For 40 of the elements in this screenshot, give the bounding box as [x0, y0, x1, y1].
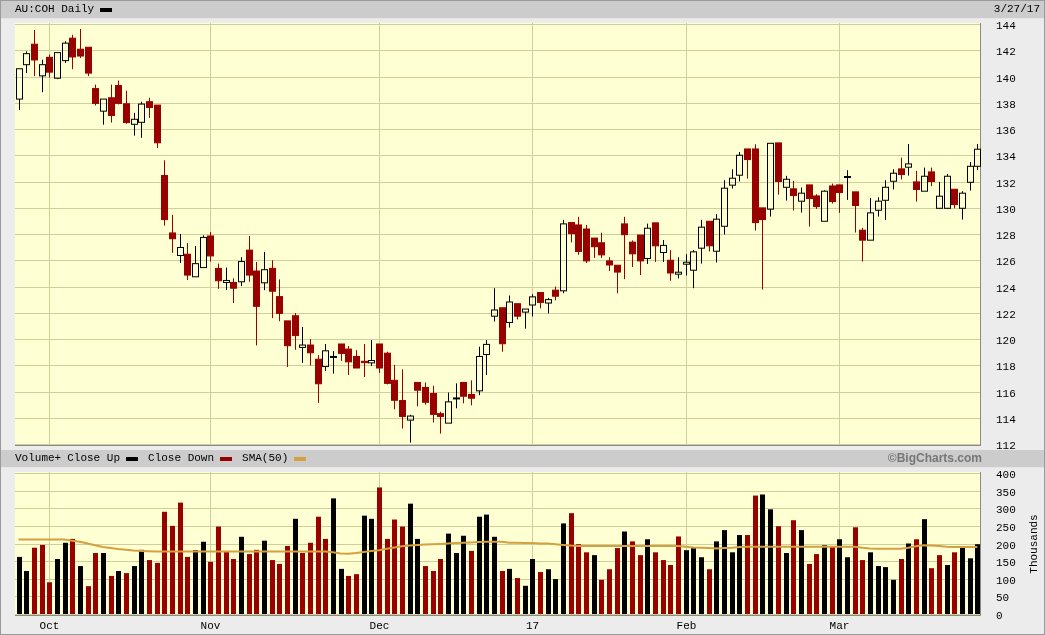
axis-label: 132 — [996, 177, 1016, 190]
axis-label: 128 — [996, 229, 1016, 242]
axis-label: 140 — [996, 72, 1016, 85]
legend-label: Close Up — [67, 452, 121, 465]
axis-label: 200 — [996, 539, 1016, 552]
legend-label: SMA(50) — [242, 452, 289, 465]
axis-label: 50 — [996, 591, 1010, 604]
axis-label: 400 — [996, 468, 1016, 481]
axis-label: 136 — [996, 124, 1016, 137]
axis-label: 118 — [996, 360, 1016, 373]
axis-label: Mar — [829, 620, 850, 632]
axis-title: Thousands — [1028, 514, 1040, 574]
axis-label: Nov — [200, 620, 221, 632]
axis-label: 130 — [996, 203, 1016, 216]
axis-label: 150 — [996, 556, 1016, 569]
axis-label: Dec — [369, 620, 390, 632]
axis-label: 120 — [996, 334, 1016, 347]
legend-label: Close Down — [148, 452, 215, 465]
chart-title: AU:COH Daily — [15, 3, 95, 16]
axis-label: Oct — [39, 620, 60, 632]
axis-label: 250 — [996, 521, 1016, 534]
axis-label: 300 — [996, 503, 1016, 516]
axis-label: Feb — [676, 620, 697, 632]
copyright-text: ©BigCharts.com — [887, 452, 982, 465]
axis-label: 122 — [996, 308, 1016, 321]
axis-label: 350 — [996, 486, 1016, 499]
axis-label: 126 — [996, 255, 1016, 268]
axis-label: 144 — [996, 19, 1016, 32]
axis-label: 114 — [996, 413, 1016, 426]
axis-label: 112 — [996, 439, 1016, 452]
axis-label: 134 — [996, 150, 1016, 163]
axis-label: 100 — [996, 574, 1016, 587]
chart-title: Volume+ — [15, 452, 62, 465]
axis-label: 116 — [996, 387, 1016, 400]
axis-label: 138 — [996, 98, 1016, 111]
axis-label: 142 — [996, 45, 1016, 58]
date-label: 3/27/17 — [993, 3, 1040, 16]
axis-label: 17 — [525, 620, 540, 632]
axis-label: 124 — [996, 282, 1016, 295]
axis-label: 0 — [996, 609, 1003, 622]
